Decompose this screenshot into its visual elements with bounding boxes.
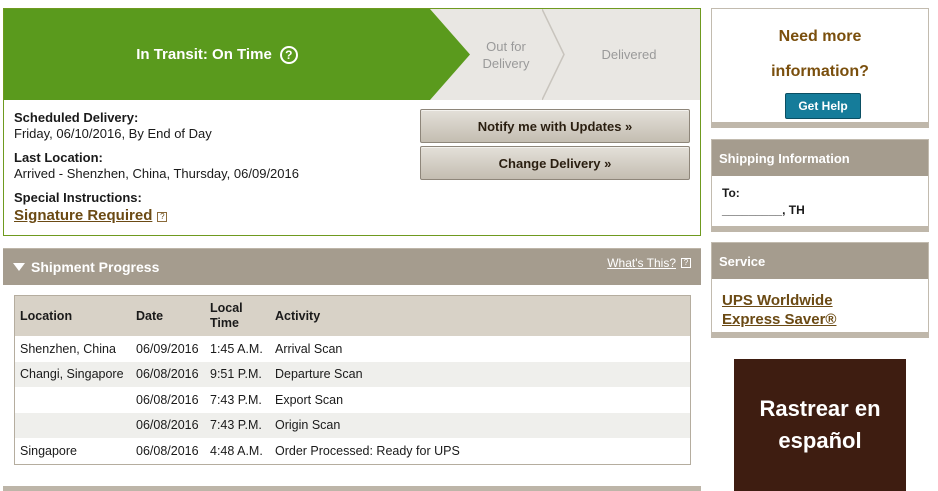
- column-header-location: Location: [15, 296, 131, 336]
- column-header-local-time: Local Time: [205, 296, 270, 336]
- service-box: Service UPS Worldwide Express Saver®: [711, 242, 929, 338]
- cell-location: Changi, Singapore: [15, 361, 131, 387]
- shipment-progress-table: Location Date Local Time Activity Shenzh…: [15, 296, 690, 464]
- table-row: Shenzhen, China 06/09/2016 1:45 A.M. Arr…: [15, 336, 690, 362]
- table-row: 06/08/2016 7:43 P.M. Origin Scan: [15, 412, 690, 438]
- cell-date: 06/09/2016: [136, 341, 199, 356]
- need-info-line1: Need more: [778, 28, 862, 45]
- cell-time: 7:43 P.M.: [205, 412, 270, 438]
- need-info-title: Need more information?: [712, 19, 928, 89]
- shipping-info-body: To: _________, TH: [712, 176, 928, 228]
- column-header-local-time-text: Local Time: [210, 301, 243, 330]
- cell-activity: Order Processed: Ready for UPS: [275, 443, 460, 458]
- cell-date: 06/08/2016: [136, 392, 199, 407]
- step-in-transit-label: In Transit: On Time: [136, 46, 272, 63]
- shipment-progress-title: Shipment Progress: [31, 259, 160, 275]
- delivery-details: Scheduled Delivery: Friday, 06/10/2016, …: [14, 110, 414, 225]
- help-icon[interactable]: ?: [681, 258, 691, 268]
- track-in-spanish-button[interactable]: Rastrear en español: [734, 359, 906, 491]
- help-icon[interactable]: ?: [157, 212, 168, 222]
- cell-date: 06/08/2016: [131, 361, 205, 387]
- last-location-value: Arrived - Shenzhen, China, Thursday, 06/…: [14, 166, 299, 181]
- service-link-line2: Express Saver®: [722, 311, 837, 328]
- delivery-status-card: In Transit: On Time ? Out for Delivery D…: [3, 8, 701, 236]
- step-delivered: Delivered: [601, 47, 657, 62]
- shipment-progress-table-wrap: Location Date Local Time Activity Shenzh…: [14, 295, 691, 465]
- need-info-line2: information?: [771, 63, 869, 80]
- shipment-progress-panel: Shipment Progress What's This? ? Locatio…: [3, 248, 701, 477]
- cell-activity: Export Scan: [275, 392, 344, 407]
- service-link-line1: UPS Worldwide: [722, 292, 833, 309]
- cell-time: 9:51 P.M.: [205, 361, 270, 387]
- service-link[interactable]: UPS Worldwide Express Saver®: [712, 279, 928, 341]
- cell-date: 06/08/2016: [136, 443, 199, 458]
- help-circle-icon[interactable]: ?: [279, 45, 298, 64]
- column-header-activity: Activity: [270, 296, 690, 336]
- shipment-progress-body: Location Date Local Time Activity Shenzh…: [3, 285, 701, 477]
- table-row: 06/08/2016 7:43 P.M. Export Scan: [15, 387, 690, 413]
- column-header-date: Date: [131, 296, 205, 336]
- shipping-info-box: Shipping Information To: _________, TH: [711, 139, 929, 232]
- collapse-triangle-icon[interactable]: [13, 263, 25, 271]
- need-info-box: Need more information? Get Help: [711, 8, 929, 128]
- step-out-for-delivery: Out for Delivery: [482, 38, 530, 71]
- cell-date: 06/08/2016: [131, 412, 205, 438]
- next-panel-edge: [3, 486, 701, 491]
- ship-to-label: To:: [722, 186, 740, 200]
- get-help-button[interactable]: Get Help: [785, 93, 861, 119]
- delivery-progress-tracker: In Transit: On Time ? Out for Delivery D…: [4, 9, 700, 100]
- signature-row: Signature Required?: [14, 205, 414, 225]
- espanol-text: Rastrear en español: [759, 393, 880, 457]
- step-in-transit-label-wrap: In Transit: On Time ?: [4, 9, 430, 100]
- cell-time: 1:45 A.M.: [210, 341, 263, 356]
- shipment-progress-title-wrap: Shipment Progress: [13, 259, 159, 275]
- cell-location: [15, 412, 131, 438]
- shipping-info-header: Shipping Information: [712, 140, 928, 176]
- cell-location: Singapore: [20, 443, 77, 458]
- change-delivery-button[interactable]: Change Delivery »: [420, 146, 690, 180]
- table-header-row: Location Date Local Time Activity: [15, 296, 690, 336]
- whats-this-link[interactable]: What's This?: [607, 256, 676, 270]
- cell-activity: Departure Scan: [270, 361, 690, 387]
- shipment-progress-header[interactable]: Shipment Progress What's This? ?: [3, 249, 701, 285]
- signature-required-link[interactable]: Signature Required: [14, 207, 152, 224]
- table-row: Singapore 06/08/2016 4:48 A.M. Order Pro…: [15, 438, 690, 464]
- cell-activity: Origin Scan: [270, 412, 690, 438]
- last-location-label: Last Location:: [14, 150, 103, 165]
- cell-time: 7:43 P.M.: [210, 392, 262, 407]
- cell-location: Shenzhen, China: [20, 341, 116, 356]
- espanol-line1: Rastrear en: [759, 396, 881, 421]
- scheduled-delivery-value: Friday, 06/10/2016, By End of Day: [14, 126, 212, 141]
- whats-this-wrap: What's This? ?: [607, 256, 691, 270]
- cell-time: 4:48 A.M.: [210, 443, 263, 458]
- table-row: Changi, Singapore 06/08/2016 9:51 P.M. D…: [15, 361, 690, 387]
- service-header: Service: [712, 243, 928, 279]
- notify-updates-button[interactable]: Notify me with Updates »: [420, 109, 690, 143]
- cell-location: [15, 387, 131, 413]
- ship-to-value: _________, TH: [722, 203, 805, 217]
- scheduled-delivery-label: Scheduled Delivery:: [14, 110, 139, 125]
- espanol-line2: español: [778, 428, 862, 453]
- cell-activity: Arrival Scan: [275, 341, 343, 356]
- special-instructions-label: Special Instructions:: [14, 190, 142, 205]
